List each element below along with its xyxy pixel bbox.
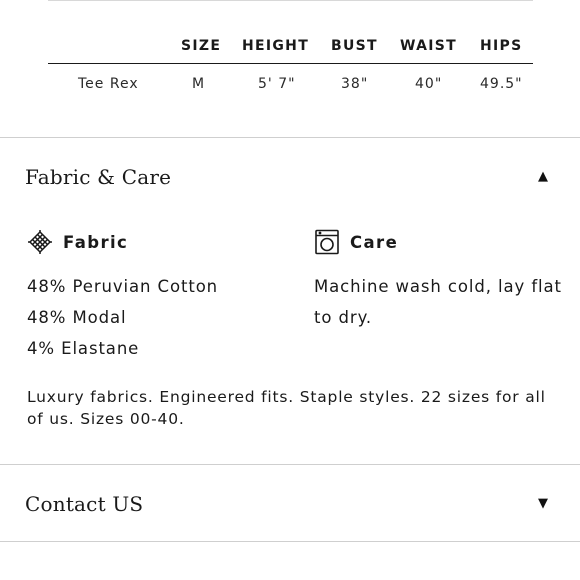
section-divider xyxy=(0,137,580,138)
fabric-care-accordion-header[interactable]: Fabric & Care ▲ xyxy=(0,141,580,211)
size-chart-header-row: SIZE HEIGHT BUST WAIST HIPS xyxy=(48,30,533,64)
header-bust: BUST xyxy=(331,38,378,54)
cell-name: Tee Rex xyxy=(78,76,139,92)
cell-hips: 49.5" xyxy=(480,76,523,92)
list-item: 48% Modal xyxy=(27,308,127,327)
cell-bust: 38" xyxy=(341,76,369,92)
fabric-weave-icon xyxy=(27,229,53,255)
cell-size: M xyxy=(192,76,206,92)
table-row: Tee Rex M 5' 7" 38" 40" 49.5" xyxy=(48,64,533,104)
fabric-label: Fabric xyxy=(63,232,129,252)
caret-down-icon: ▼ xyxy=(538,496,548,511)
washing-machine-icon xyxy=(314,229,340,255)
contact-accordion-header[interactable]: Contact US ▼ xyxy=(0,468,580,538)
caret-up-icon: ▲ xyxy=(538,169,548,184)
fabric-blurb: Luxury fabrics. Engineered fits. Staple … xyxy=(27,388,546,428)
header-waist: WAIST xyxy=(400,38,457,54)
section-divider xyxy=(0,541,580,542)
contact-title: Contact US xyxy=(25,492,144,516)
care-label: Care xyxy=(350,232,399,252)
header-size: SIZE xyxy=(181,38,222,54)
list-item: 48% Peruvian Cotton xyxy=(27,277,219,296)
care-instructions: Machine wash cold, lay flat to dry. xyxy=(314,277,562,327)
fabric-column: Fabric 48% Peruvian Cotton 48% Modal 4% … xyxy=(27,228,218,364)
top-divider xyxy=(48,0,533,1)
list-item: 4% Elastane xyxy=(27,339,140,358)
cell-height: 5' 7" xyxy=(258,76,296,92)
cell-waist: 40" xyxy=(415,76,443,92)
fabric-composition-list: 48% Peruvian Cotton 48% Modal 4% Elastan… xyxy=(27,271,218,364)
header-height: HEIGHT xyxy=(242,38,310,54)
fabric-care-title: Fabric & Care xyxy=(25,165,172,189)
header-hips: HIPS xyxy=(480,38,523,54)
section-divider xyxy=(0,464,580,465)
care-column: Care Machine wash cold, lay flat to dry. xyxy=(314,228,564,333)
size-chart-table: SIZE HEIGHT BUST WAIST HIPS Tee Rex M 5'… xyxy=(48,30,533,104)
